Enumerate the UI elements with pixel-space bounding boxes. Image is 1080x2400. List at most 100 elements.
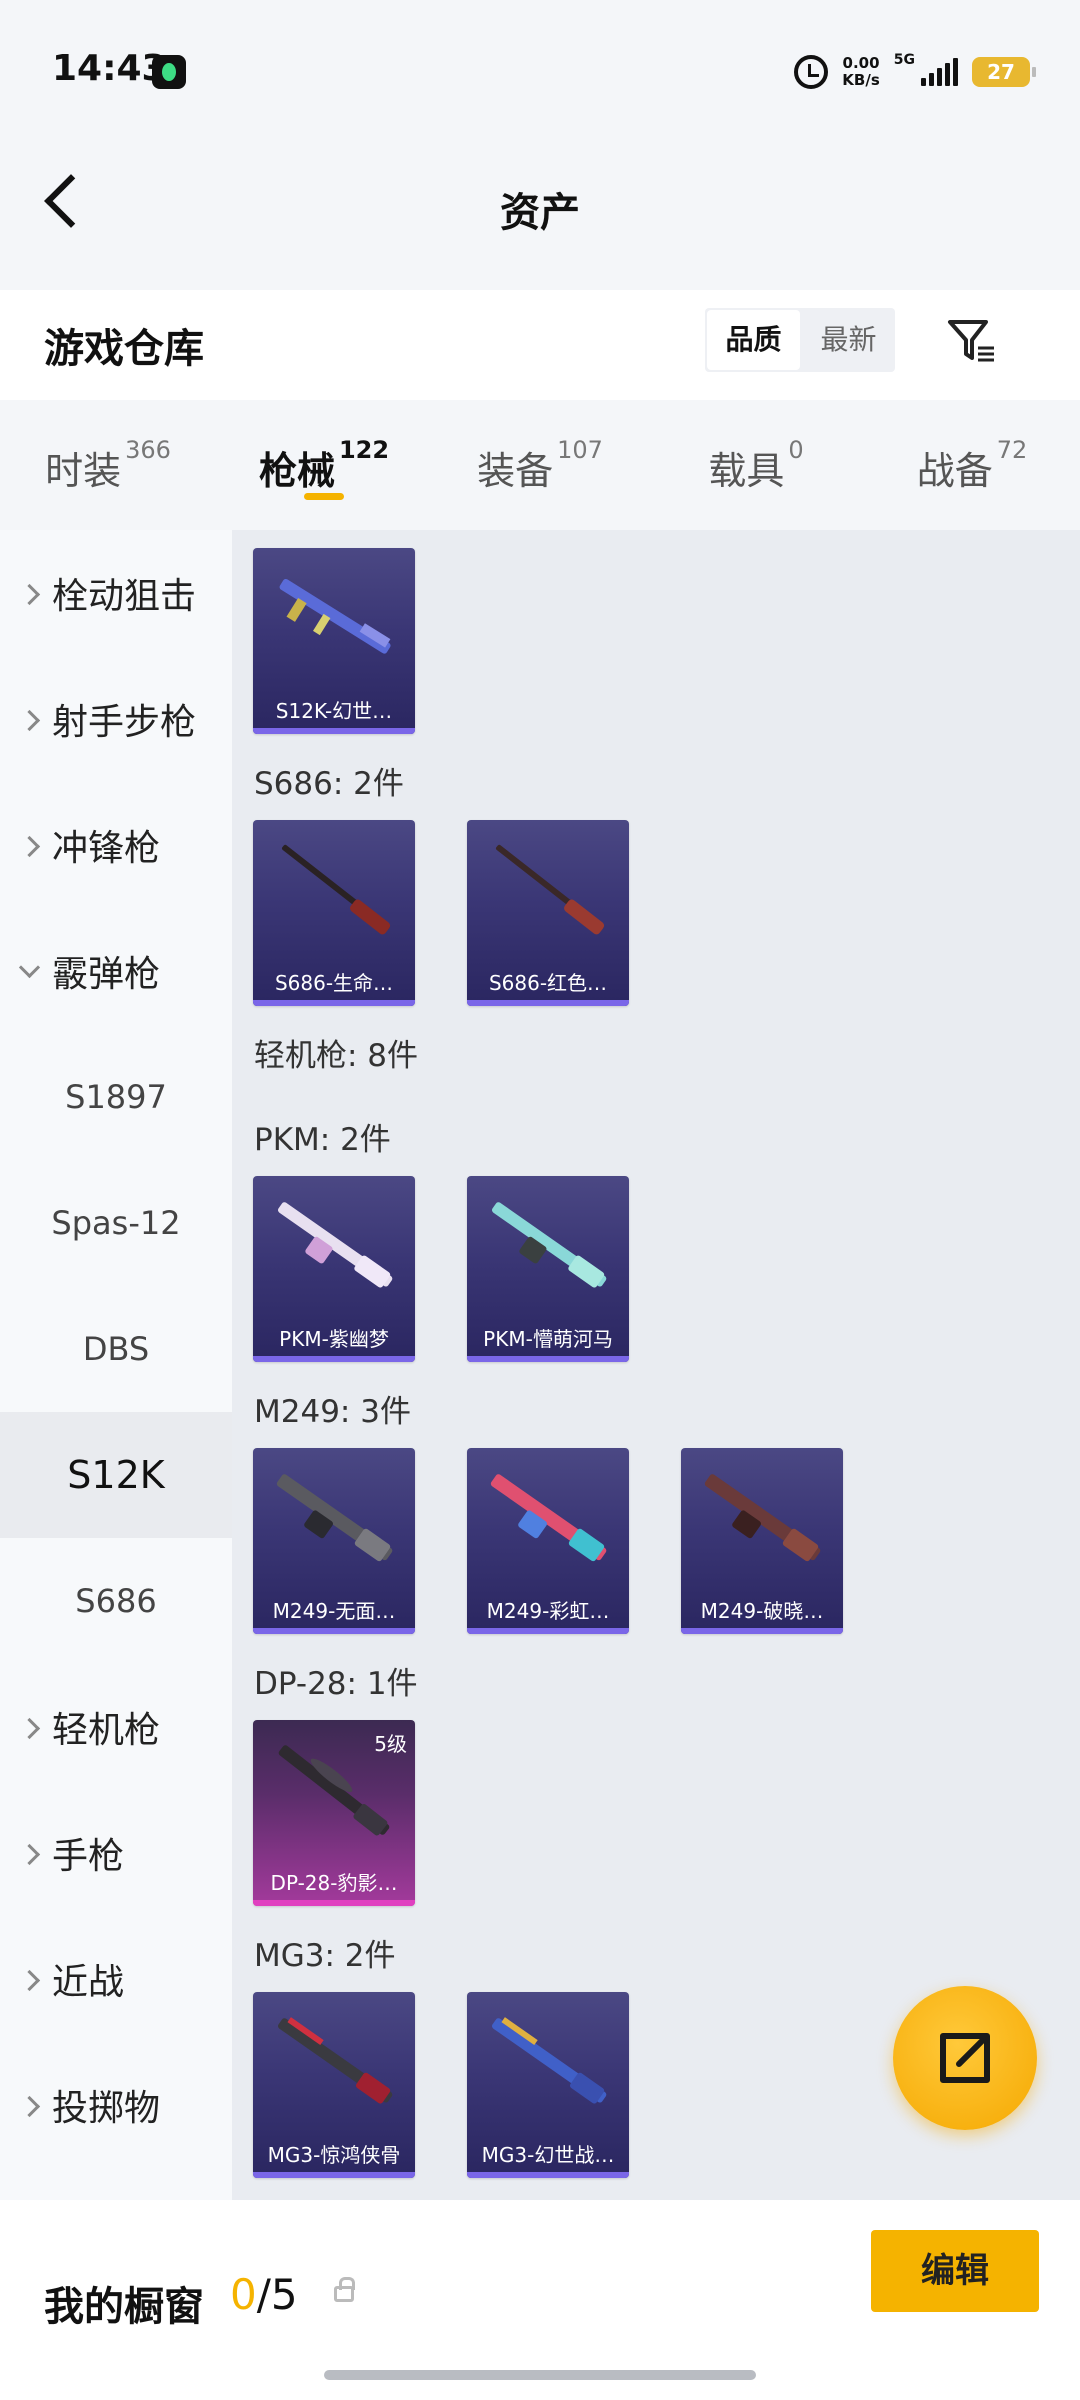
item-label: S12K-幻世…: [275, 699, 393, 723]
share-external-icon: [940, 2033, 990, 2083]
tab-vehicles[interactable]: 载具 0: [648, 400, 864, 530]
rarity-bar: [467, 1000, 629, 1006]
sort-quality-option[interactable]: 品质: [707, 310, 800, 370]
item-label: S686-生命…: [274, 971, 394, 995]
tab-fashion[interactable]: 时装 366: [0, 400, 216, 530]
signal-icon: [921, 58, 958, 86]
item-card-pkm-2[interactable]: PKM-懵萌河马: [467, 1176, 629, 1362]
sort-newest-option[interactable]: 最新: [802, 308, 895, 372]
item-card-m249-2[interactable]: M249-彩虹…: [467, 1448, 629, 1634]
chevron-right-icon: [18, 1717, 41, 1740]
rarity-bar: [253, 728, 415, 734]
status-indicators: 0.00 KB/s 5G 27: [794, 48, 1036, 96]
tab-label: 时装: [45, 449, 122, 493]
tab-equipment[interactable]: 装备 107: [432, 400, 648, 530]
item-card-s686-2[interactable]: S686-红色…: [467, 820, 629, 1006]
group-title-m249: M249: 3件: [254, 1394, 411, 1430]
item-card-m249-1[interactable]: M249-无面…: [253, 1448, 415, 1634]
item-card-dp28[interactable]: 5级 DP-28-豹影…: [253, 1720, 415, 1906]
sort-toggle: 品质 最新: [705, 308, 895, 372]
sidebar-item-label: 投掷物: [52, 2088, 161, 2129]
tab-label: 装备: [477, 449, 554, 493]
rarity-bar: [681, 1628, 843, 1634]
m249-skin-image: [704, 1474, 821, 1562]
rarity-bar: [253, 1000, 415, 1006]
lock-icon: [334, 2277, 355, 2302]
category-tabs: 时装 366 枪械 122 装备 107 载具 0 战备 72: [0, 400, 1080, 530]
sidebar-item-smg[interactable]: 冲锋枪: [0, 782, 232, 908]
item-label: S686-红色…: [488, 971, 608, 995]
showcase-label: 我的橱窗: [44, 2284, 204, 2330]
group-title-dp28: DP-28: 1件: [254, 1666, 418, 1702]
chevron-right-icon: [18, 1969, 41, 1992]
item-label: MG3-惊鸿侠骨: [267, 2143, 401, 2167]
alarm-icon: [794, 55, 829, 89]
item-label: M249-彩虹…: [486, 1599, 610, 1623]
sidebar-subitem-s686[interactable]: S686: [0, 1538, 232, 1664]
sidebar-item-melee[interactable]: 近战: [0, 1916, 232, 2042]
sidebar-subitem-s12k[interactable]: S12K: [0, 1412, 232, 1538]
sidebar-item-bolt-sniper[interactable]: 栓动狙击: [0, 530, 232, 656]
tab-count: 0: [788, 436, 804, 464]
page-title: 资产: [500, 190, 580, 236]
sidebar-item-label: 栓动狙击: [52, 576, 197, 617]
item-card-s686-1[interactable]: S686-生命…: [253, 820, 415, 1006]
tab-count: 72: [996, 436, 1028, 464]
rarity-bar: [467, 1356, 629, 1362]
item-card-mg3-1[interactable]: MG3-惊鸿侠骨: [253, 1992, 415, 2178]
showcase-max: 5: [270, 2270, 298, 2319]
sidebar-subitem-spas12[interactable]: Spas-12: [0, 1160, 232, 1286]
tab-label: 枪械: [258, 449, 335, 493]
net-speed: 0.00 KB/s: [842, 55, 879, 89]
status-time: 14:43: [52, 48, 167, 89]
tab-guns[interactable]: 枪械 122: [216, 400, 432, 530]
home-indicator[interactable]: [324, 2370, 756, 2380]
item-label: DP-28-豹影…: [270, 1871, 398, 1895]
app-notification-icon: [152, 55, 186, 89]
showcase-separator: /: [256, 2270, 271, 2319]
item-label: M249-无面…: [272, 1599, 396, 1623]
sidebar-subitem-s1897[interactable]: S1897: [0, 1034, 232, 1160]
sidebar-item-lmg[interactable]: 轻机枪: [0, 1664, 232, 1790]
edit-button[interactable]: 编辑: [871, 2230, 1039, 2312]
item-card-mg3-2[interactable]: MG3-幻世战…: [467, 1992, 629, 2178]
s686-skin-image: [496, 844, 605, 935]
m249-skin-image: [276, 1474, 393, 1562]
sidebar-item-throwable[interactable]: 投掷物: [0, 2042, 232, 2168]
item-card-s12k[interactable]: S12K-幻世…: [253, 548, 415, 734]
sidebar-item-shotgun[interactable]: 霰弹枪: [0, 908, 232, 1034]
tab-label: 载具: [708, 449, 785, 493]
chevron-down-icon: [18, 956, 41, 979]
sidebar-item-label: 近战: [52, 1962, 125, 2003]
s686-skin-image: [282, 844, 391, 935]
weapon-items-grid: S12K-幻世… S686: 2件 S686-生命… S686-红色… 轻机枪:…: [232, 530, 1080, 2200]
rarity-bar: [253, 1900, 415, 1906]
item-card-m249-3[interactable]: M249-破晓…: [681, 1448, 843, 1634]
sidebar-item-marksman[interactable]: 射手步枪: [0, 656, 232, 782]
section-title: 游戏仓库: [44, 326, 204, 372]
group-title-lmg: 轻机枪: 8件: [254, 1038, 419, 1074]
tab-count: 366: [125, 436, 171, 464]
net-speed-value: 0.00: [842, 54, 880, 72]
net-speed-unit: KB/s: [842, 71, 880, 89]
sidebar-item-label: 轻机枪: [52, 1710, 161, 1751]
pkm-skin-image: [492, 1202, 607, 1288]
pkm-skin-image: [278, 1202, 393, 1288]
rarity-bar: [253, 1356, 415, 1362]
rarity-bar: [253, 1628, 415, 1634]
sidebar-subitem-dbs[interactable]: DBS: [0, 1286, 232, 1412]
tab-supplies[interactable]: 战备 72: [864, 400, 1080, 530]
status-bar: 14:43 0.00 KB/s 5G 27: [0, 0, 1080, 140]
group-title-pkm: PKM: 2件: [254, 1122, 391, 1158]
tab-label: 战备: [916, 449, 993, 493]
m249-skin-image: [490, 1474, 607, 1562]
item-card-pkm-1[interactable]: PKM-紫幽梦: [253, 1176, 415, 1362]
share-fab[interactable]: [893, 1986, 1037, 2130]
filter-icon[interactable]: [942, 310, 1002, 370]
rarity-bar: [467, 1628, 629, 1634]
showcase-bar: 我的橱窗 0/5 编辑: [0, 2200, 1080, 2400]
rarity-bar: [253, 2172, 415, 2178]
sidebar-item-label: 冲锋枪: [52, 828, 161, 869]
sidebar-item-pistol[interactable]: 手枪: [0, 1790, 232, 1916]
mg3-skin-image: [492, 2017, 607, 2104]
